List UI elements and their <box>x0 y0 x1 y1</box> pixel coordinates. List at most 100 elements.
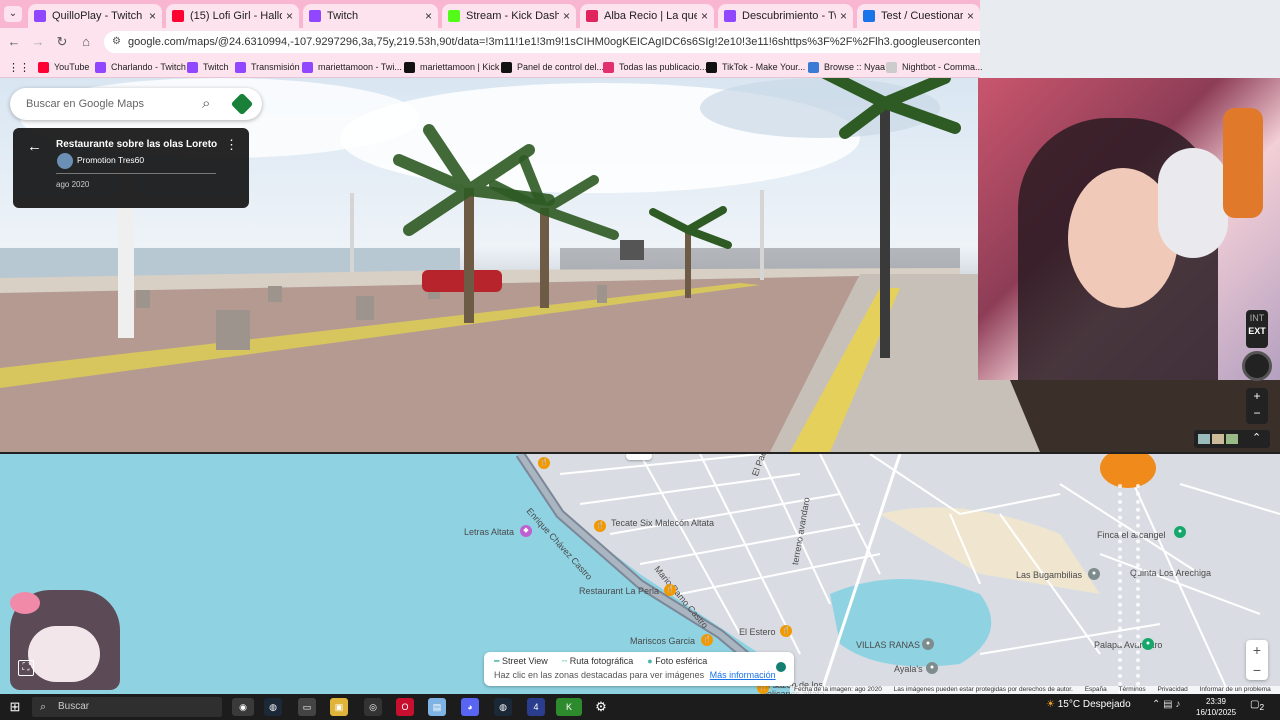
map-place-label[interactable]: Las Bugambilias <box>1016 570 1082 580</box>
fullscreen-icon[interactable]: ⛶ <box>18 660 34 676</box>
apps-grid-icon[interactable]: ⋮⋮ <box>8 60 30 74</box>
reload-button[interactable]: ↻ <box>54 34 70 50</box>
map-place-label[interactable]: Quinta Los Arechiga <box>1130 568 1211 578</box>
obs-icon[interactable]: ◎ <box>364 698 382 716</box>
restaurant-pin-icon[interactable]: 🍴 <box>538 457 550 469</box>
address-bar[interactable]: ⚙ google.com/maps/@24.6310994,-107.92972… <box>104 31 980 53</box>
settings-gear-icon[interactable]: ⚙ <box>592 698 610 716</box>
close-tab-icon[interactable]: × <box>286 9 293 23</box>
compass-icon[interactable] <box>1242 351 1272 381</box>
more-info-link[interactable]: Más información <box>710 670 776 680</box>
steam-icon[interactable]: ◍ <box>494 698 512 716</box>
map-place-label[interactable]: Ayala's <box>894 664 923 674</box>
close-tab-icon[interactable]: × <box>425 9 432 23</box>
expand-up-icon[interactable]: ⌃ <box>1252 431 1261 444</box>
more-options-icon[interactable]: ⋮ <box>225 137 238 153</box>
kick-app-icon[interactable]: K <box>556 698 582 716</box>
chrome-icon[interactable]: ◉ <box>232 698 254 716</box>
opera-icon[interactable]: O <box>396 698 414 716</box>
contributor-name[interactable]: Promotion Tres60 <box>77 155 144 165</box>
landmark-pin-icon[interactable]: ◆ <box>520 525 532 537</box>
weather-widget[interactable]: ☀ 15°C Despejado <box>1046 699 1131 710</box>
park-pin-icon[interactable]: ● <box>1174 526 1186 538</box>
discord-icon[interactable]: ◕ <box>461 698 479 716</box>
place-pin-icon[interactable]: ● <box>1088 568 1100 580</box>
terms-link[interactable]: Términos <box>1119 686 1146 693</box>
mini-map[interactable]: Letras Altata Tecate Six Malecón Altata Ma… <box>0 452 1280 694</box>
interior-option[interactable]: INT <box>1246 313 1268 323</box>
browser-tab[interactable]: QuilloPlay - Twitch × <box>28 4 162 28</box>
close-tab-icon[interactable]: × <box>149 9 156 23</box>
thumbnail-icon[interactable] <box>1198 434 1210 444</box>
restaurant-pin-icon[interactable]: 🍴 <box>780 625 792 637</box>
site-info-icon[interactable]: ⚙ <box>112 31 121 53</box>
bookmark-item[interactable]: Nightbot - Comma... <box>886 60 983 74</box>
bookmark-item[interactable]: YouTube <box>38 60 89 74</box>
bookmark-item[interactable]: mariettamoon - Twi... <box>302 60 402 74</box>
clock[interactable]: 23:39 16/10/2025 <box>1196 696 1236 718</box>
country-link[interactable]: España <box>1085 686 1107 693</box>
task-view-icon[interactable]: ▭ <box>298 698 316 716</box>
browser-tab[interactable]: Twitch × <box>303 4 438 28</box>
hotel-pin-icon[interactable]: ● <box>922 638 934 650</box>
file-explorer-icon[interactable]: ▣ <box>330 698 348 716</box>
bookmark-item[interactable]: Todas las publicacio... <box>603 60 707 74</box>
taskbar-search-box[interactable]: ⌕ Buscar <box>32 697 222 717</box>
home-button[interactable]: ⌂ <box>78 34 94 50</box>
report-problem-link[interactable]: Informar de un problema <box>1200 686 1271 693</box>
bookmark-item[interactable]: mariettamoon | Kick <box>404 60 499 74</box>
map-zoom-in-button[interactable]: + <box>1246 640 1268 660</box>
app-icon[interactable]: 4 <box>527 698 545 716</box>
browser-tab[interactable]: Test / Cuestionario de Au × <box>857 4 980 28</box>
map-place-label[interactable]: Restaurant La Perla <box>579 586 659 596</box>
restaurant-pin-icon[interactable]: 🍴 <box>664 584 676 596</box>
close-tab-icon[interactable]: × <box>967 9 974 23</box>
map-place-label[interactable]: Mariscos Garcia <box>630 636 695 646</box>
browser-tab[interactable]: Stream - Kick Dashboard × <box>442 4 576 28</box>
hotel-pin-icon[interactable]: ● <box>926 662 938 674</box>
bookmark-item[interactable]: TikTok - Make Your... <box>706 60 805 74</box>
bookmark-item[interactable]: Charlando - Twitch <box>95 60 186 74</box>
windows-start-icon[interactable]: ⊞ <box>6 698 24 716</box>
bookmark-item[interactable]: Twitch <box>187 60 229 74</box>
photo-strip-toggle[interactable]: ⌃ <box>1194 430 1270 448</box>
park-pin-icon[interactable]: ● <box>1142 638 1154 650</box>
tab-search-button[interactable]: ⌄ <box>4 6 22 22</box>
map-place-label[interactable]: Tecate Six Malecón Altata <box>611 518 714 528</box>
close-tab-icon[interactable]: × <box>701 9 708 23</box>
browser-tab[interactable]: Descubrimiento - Twitch × <box>718 4 853 28</box>
bookmark-item[interactable]: Transmisión <box>235 60 300 74</box>
bookmark-item[interactable]: Browse :: Nyaa <box>808 60 885 74</box>
map-place-label[interactable]: Letras Altata <box>464 527 514 537</box>
system-tray-icons[interactable]: ⌃ ▤ ♪ <box>1152 699 1180 710</box>
search-icon[interactable]: ⌕ <box>202 88 210 120</box>
street-view-panorama[interactable]: Buscar en Google Maps ⌕ ← Restaurante so… <box>0 78 1280 452</box>
close-tab-icon[interactable]: × <box>840 9 847 23</box>
interior-exterior-toggle[interactable]: INT EXT <box>1246 310 1268 348</box>
bookmark-item[interactable]: Panel de control del... <box>501 60 604 74</box>
exterior-option[interactable]: EXT <box>1246 326 1268 336</box>
back-arrow-icon[interactable]: ← <box>27 138 42 155</box>
thumbnail-icon[interactable] <box>1226 434 1238 444</box>
notifications-icon[interactable]: ▢2 <box>1250 699 1264 712</box>
resize-handle[interactable] <box>626 454 652 460</box>
forward-button[interactable]: → <box>30 34 46 50</box>
zoom-in-button[interactable]: + <box>1246 388 1268 405</box>
map-place-label[interactable]: VILLAS RANAS <box>856 640 920 650</box>
maps-search-box[interactable]: Buscar en Google Maps ⌕ <box>10 88 262 120</box>
restaurant-pin-icon[interactable]: 🍴 <box>594 520 606 532</box>
map-zoom-out-button[interactable]: − <box>1246 660 1268 680</box>
steam-icon[interactable]: ◍ <box>264 698 282 716</box>
place-title[interactable]: Restaurante sobre las olas Loreto <box>56 139 217 150</box>
zoom-out-button[interactable]: − <box>1246 405 1268 422</box>
thumbnail-icon[interactable] <box>1212 434 1224 444</box>
directions-icon[interactable] <box>230 92 254 116</box>
restaurant-pin-icon[interactable]: 🍴 <box>701 634 713 646</box>
browser-tab[interactable]: (15) Lofi Girl - Halloween × <box>166 4 299 28</box>
map-place-label[interactable]: El Estero <box>739 627 776 637</box>
toggle-icon[interactable] <box>776 662 786 672</box>
app-icon[interactable]: ▤ <box>428 698 446 716</box>
back-button[interactable]: ← <box>6 34 22 50</box>
close-tab-icon[interactable]: × <box>563 9 570 23</box>
privacy-link[interactable]: Privacidad <box>1157 686 1187 693</box>
